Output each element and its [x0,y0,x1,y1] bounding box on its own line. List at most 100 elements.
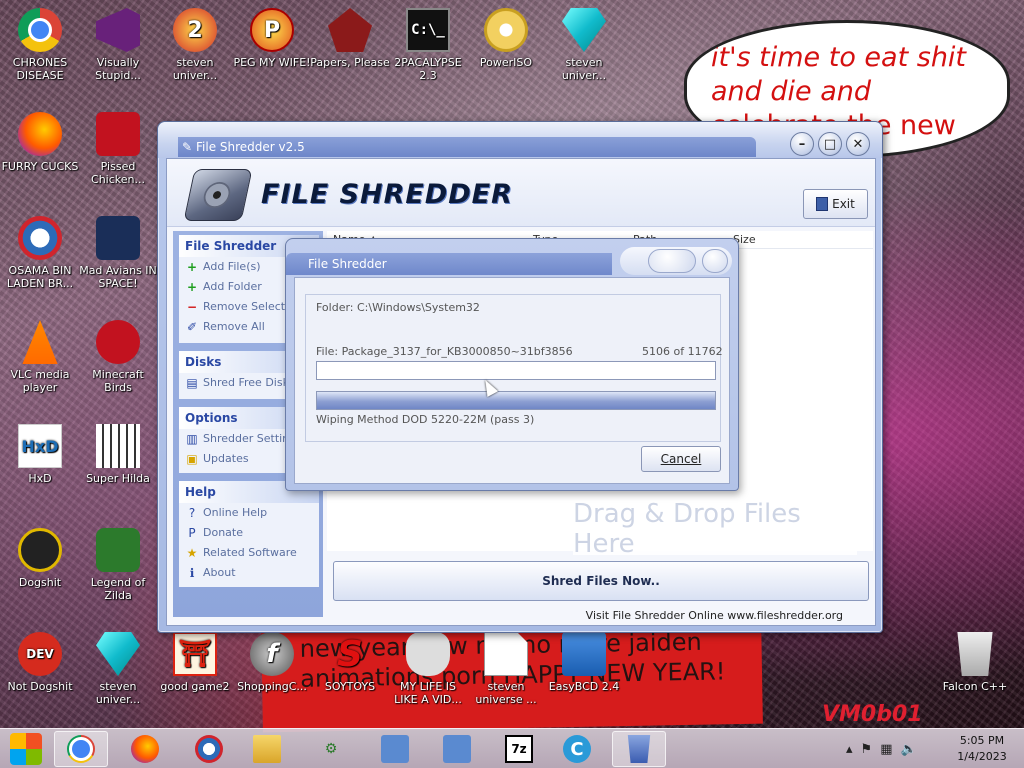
desktop-icon-soytoys[interactable]: S SOYTOYS [310,632,390,693]
status-bar[interactable]: Visit File Shredder Online www.fileshred… [327,607,873,625]
speaker-icon[interactable]: 🔈 [900,742,916,757]
window-titlebar[interactable]: ✎ File Shredder v2.5 – □ ✕ [158,122,882,158]
remove-icon: − [186,300,198,314]
super-hilda-icon [96,424,140,468]
exit-button[interactable]: Exit [803,189,868,219]
taskbar-chrome[interactable] [54,731,108,767]
7zip-icon: 7z [505,735,533,763]
easybcd-icon [562,632,606,676]
clock-time: 5:05 PM [959,734,1005,747]
desktop-icon-shopping[interactable]: f ShoppingC... [232,632,312,693]
dialog-close-button[interactable] [702,249,728,273]
vlc-icon [22,320,58,364]
close-button[interactable]: ✕ [846,132,870,156]
desktop-icon-steven-universe-2[interactable]: steven univer... [544,8,624,82]
papers-please-icon [328,8,372,52]
desktop-icon-visual-studio[interactable]: Visually Stupid... [78,8,158,82]
desktop-icon-not-dogshit[interactable]: DEV Not Dogshit [0,632,80,693]
cmd-icon: C:\_ [406,8,450,52]
help-icon: ? [188,506,196,520]
desktop-icon-good-game2[interactable]: ⛩ good game2 [155,632,235,693]
soytoys-icon: S [337,633,363,675]
desktop-icon-super-hilda[interactable]: Super Hilda [78,424,158,485]
desktop-icon-peggle[interactable]: P PEG MY WIFE! [232,8,312,69]
taskbar-remote-2[interactable] [430,731,484,767]
file-count: 5106 of 11762 [642,345,723,358]
desktop-icon-mad-avians[interactable]: Mad Avians IN SPACE! [78,216,158,290]
desktop-icon-vlc[interactable]: VLC media player [0,320,80,394]
clock-date: 1/4/2023 [957,750,1007,763]
folder-label: Folder: C:\Windows\System32 [316,301,480,314]
dogshit-icon [18,528,62,572]
taskbar-network[interactable]: ⚙ [304,731,358,767]
windows-logo-icon [10,733,42,765]
updates-icon: ▣ [186,452,198,466]
chevron-up-icon[interactable]: ▴ [846,742,853,757]
desktop-icon-chrones[interactable]: CHRONES DISEASE [0,8,80,82]
desktop-icon-firefox[interactable]: FURRY CUCKS [0,112,80,173]
poweriso-icon [484,8,528,52]
related-software-link[interactable]: ★ Related Software [179,543,319,563]
desktop-icon-steven-universe[interactable]: 2 steven univer... [155,8,235,82]
drop-zone[interactable]: Drag & Drop Files Here [573,499,857,559]
door-icon [816,197,829,211]
firefox-icon [18,112,62,156]
donate-link[interactable]: P Donate [179,523,319,543]
desktop-icon-papers-please[interactable]: Papers, Please [310,8,390,69]
desktop-icon-minecraft-birds[interactable]: Minecraft Birds [78,320,158,394]
desktop-icon-my-life[interactable]: MY LIFE IS LIKE A VID... [388,632,468,706]
taskbar-firefox[interactable] [118,731,172,767]
diamond-icon [562,8,606,52]
dialog-minimize-button[interactable] [648,249,696,273]
wiping-method-label: Wiping Method DOD 5220-22M (pass 3) [316,413,535,426]
shred-files-button[interactable]: Shred Files Now.. [333,561,869,601]
desktop-icon-2pacalypse[interactable]: C:\_ 2PACALYPSE 2.3 [388,8,468,82]
angry-birds-icon [96,320,140,364]
eraser-icon: ✐ [186,320,198,334]
peggle-icon: P [250,8,294,52]
desktop-icon-osama[interactable]: OSAMA BIN LADEN BR... [0,216,80,290]
taskbar-ccleaner[interactable]: C [550,731,604,767]
desktop-icon-pissed-chicken[interactable]: Pissed Chicken... [78,112,158,186]
taskbar-remote[interactable] [368,731,422,767]
network-icon: ⚙ [324,741,338,757]
add-icon: + [186,280,198,294]
recycle-bin-icon [957,632,993,676]
shredder-logo-icon [183,169,253,221]
desktop-icon-legend-of-zilda[interactable]: Legend of Zilda [78,528,158,602]
cancel-button[interactable]: Cancel [641,446,721,472]
progress-frame: Folder: C:\Windows\System32 File: Packag… [305,294,723,442]
taskbar-file-shredder[interactable] [612,731,666,767]
app-title: FILE SHREDDER [261,179,513,210]
dev-cpp-icon: DEV [18,632,62,676]
desktop-icon-hxd[interactable]: HxD HxD [0,424,80,485]
network-tray-icon[interactable]: ▦ [880,742,892,757]
desktop-icon-dogshit[interactable]: Dogshit [0,528,80,589]
remote-icon [381,735,409,763]
steven-universe-icon: 2 [173,8,217,52]
desktop-icon-poweriso[interactable]: PowerISO [466,8,546,69]
maximize-button[interactable]: □ [818,132,842,156]
desktop-icon-steven-universe-doc[interactable]: steven universe ... [466,632,546,706]
desktop-icon-falcon-cpp[interactable]: Falcon C++ [935,632,1015,693]
diamond-icon [96,632,140,676]
desktop-icon-steven-universe-3[interactable]: steven univer... [78,632,158,706]
taskbar-7zip[interactable]: 7z [492,731,546,767]
flag-icon[interactable]: ⚑ [861,742,873,757]
angry-birds-space-icon [96,216,140,260]
minimize-button[interactable]: – [790,132,814,156]
settings-icon: ▥ [186,432,198,446]
taskbar-explorer[interactable] [240,731,294,767]
about-link[interactable]: ℹ About [179,563,319,583]
angry-birds-seasons-icon [96,112,140,156]
start-button[interactable] [6,731,46,767]
taskbar-obama[interactable] [182,731,236,767]
flash-icon: f [250,632,294,676]
online-help-link[interactable]: ? Online Help [179,503,319,523]
remote-icon [443,735,471,763]
desktop-icon-easybcd[interactable]: EasyBCD 2.4 [544,632,624,693]
dialog-body: Folder: C:\Windows\System32 File: Packag… [294,277,730,484]
info-icon: ℹ [189,566,195,580]
document-icon [484,632,528,676]
clock[interactable]: 5:05 PM 1/4/2023 [950,733,1014,765]
